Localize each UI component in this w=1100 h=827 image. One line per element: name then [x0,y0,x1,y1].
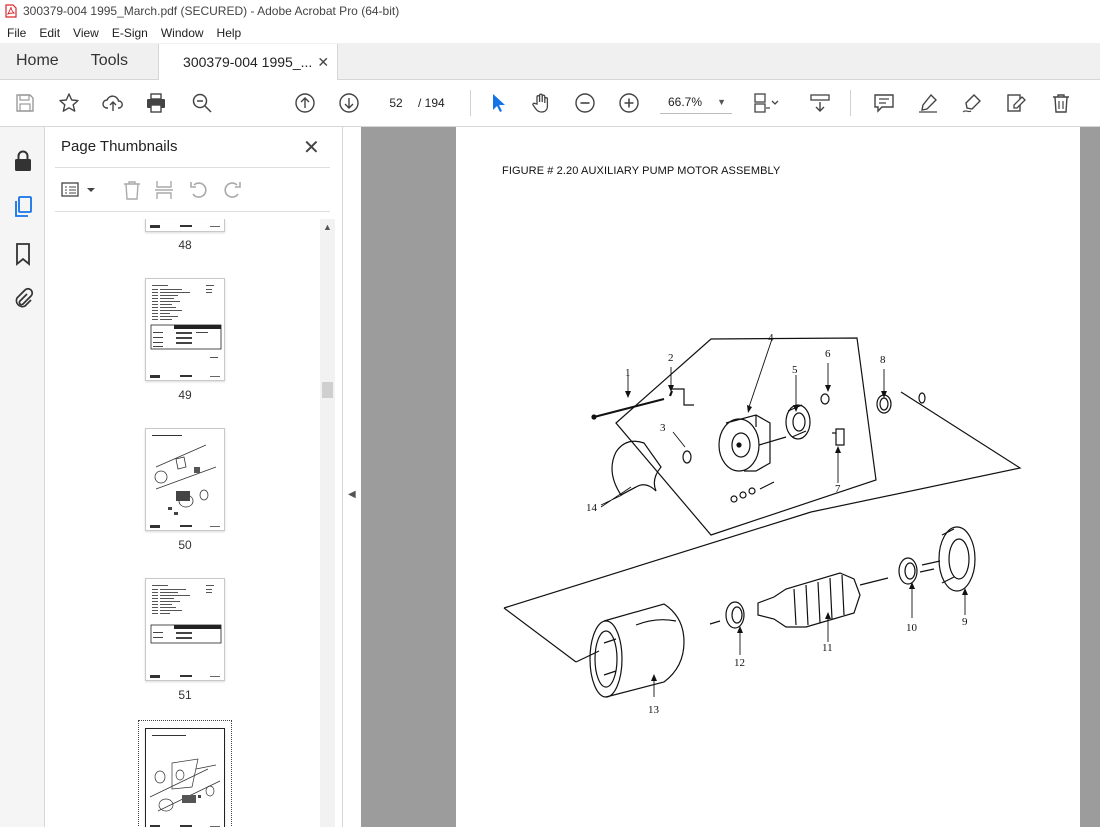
menu-edit[interactable]: Edit [38,24,61,42]
menu-esign[interactable]: E-Sign [111,24,149,42]
scrollbar-thumb[interactable] [322,382,333,398]
zoom-level-dropdown[interactable]: 66.7% ▼ [660,90,732,114]
panel-title: Page Thumbnails [61,138,178,155]
print-icon[interactable] [144,91,168,115]
pdf-page: FIGURE # 2.20 AUXILIARY PUMP MOTOR ASSEM… [456,127,1080,827]
callout-1: 1 [625,367,631,379]
comment-icon[interactable] [872,91,896,115]
zoom-in-icon[interactable] [617,91,641,115]
callout-11: 11 [822,642,833,654]
edit-pdf-icon[interactable] [1004,91,1028,115]
page-thumbnail-50[interactable] [145,428,225,531]
next-page-icon[interactable] [337,91,361,115]
tab-document-label: 300379-004 1995_... [183,54,313,70]
window-title: 300379-004 1995_March.pdf (SECURED) - Ad… [23,4,400,18]
close-tab-icon[interactable]: ✕ [317,54,329,71]
exploded-view-diagram: 1 2 3 4 5 6 7 8 9 10 11 12 13 14 [503,332,1022,716]
thumbnails-scrollbar[interactable]: ▲ [320,219,335,827]
select-arrow-icon[interactable] [486,91,510,115]
zoom-level-value: 66.7% [668,95,703,109]
chevron-down-icon: ▼ [717,97,726,107]
highlight-icon[interactable] [916,91,940,115]
search-zoom-icon[interactable] [190,91,214,115]
callout-12: 12 [734,657,745,669]
page-total: / 194 [418,96,445,110]
tab-document[interactable]: 300379-004 1995_... ✕ [158,44,339,80]
scroll-up-icon[interactable]: ▲ [323,222,332,232]
star-icon[interactable] [57,91,81,115]
collapse-arrow-icon[interactable]: ◀ [348,489,356,500]
end-plate-outline [615,337,877,536]
delete-page-icon[interactable] [121,179,143,201]
tab-tools[interactable]: Tools [75,43,144,79]
callout-6: 6 [825,348,831,360]
fit-page-icon[interactable] [752,91,782,115]
tab-bar: Home Tools 300379-004 1995_... ✕ [0,43,1100,80]
save-icon[interactable] [13,91,37,115]
attachment-icon[interactable] [11,287,35,311]
callout-13: 13 [648,704,660,716]
thumbnail-label: 48 [178,238,192,252]
menu-help[interactable]: Help [216,24,243,42]
tab-home[interactable]: Home [0,43,75,79]
delete-icon[interactable] [1049,91,1073,115]
toolbar-separator [850,90,851,116]
menu-window[interactable]: Window [160,24,205,42]
panel-collapse-handle[interactable]: ◀ [343,127,361,827]
thumbnail-label: 50 [178,538,192,552]
page-thumbnail-49[interactable] [145,278,225,381]
insert-page-icon[interactable] [153,179,175,201]
sign-icon[interactable] [960,91,984,115]
callout-9: 9 [962,616,968,628]
menu-view[interactable]: View [72,24,100,42]
callout-5: 5 [792,364,798,376]
prev-page-icon[interactable] [293,91,317,115]
callout-14: 14 [586,502,598,514]
close-panel-icon[interactable]: ✕ [303,135,320,160]
scroll-mode-icon[interactable] [808,91,832,115]
toolbar [0,80,1100,127]
page-thumbnails-panel: Page Thumbnails ✕ 48 49 50 51 ▲ [45,127,343,827]
thumbnail-label: 49 [178,388,192,402]
thumbnail-options-icon[interactable] [61,179,97,201]
divider [55,211,330,212]
menu-bar: File Edit View E-Sign Window Help [0,22,1100,43]
hand-icon[interactable] [529,91,553,115]
acrobat-app-icon [5,4,17,18]
lock-icon[interactable] [11,149,35,173]
callout-7: 7 [835,483,841,495]
title-bar: 300379-004 1995_March.pdf (SECURED) - Ad… [0,0,1100,22]
navigation-rail [0,127,45,827]
page-thumbnail-48[interactable] [145,219,225,232]
rotate-counterclockwise-icon[interactable] [188,179,210,201]
callout-3: 3 [660,422,666,434]
toolbar-separator [470,90,471,116]
page-number-input[interactable]: 52 [380,90,412,114]
page-thumbnail-51[interactable] [145,578,225,681]
callout-2: 2 [668,352,674,364]
callout-4: 4 [768,332,774,344]
thumbnail-label: 51 [178,688,192,702]
bookmark-icon[interactable] [11,242,35,266]
upload-icon[interactable] [101,91,125,115]
document-viewport[interactable]: FIGURE # 2.20 AUXILIARY PUMP MOTOR ASSEM… [361,127,1100,827]
rotate-clockwise-icon[interactable] [221,179,243,201]
menu-file[interactable]: File [6,24,27,42]
zoom-out-icon[interactable] [573,91,597,115]
callout-10: 10 [906,622,918,634]
callout-8: 8 [880,354,886,366]
divider [55,167,330,168]
page-thumbnails-icon[interactable] [11,195,35,219]
page-thumbnail-52[interactable] [145,728,225,827]
